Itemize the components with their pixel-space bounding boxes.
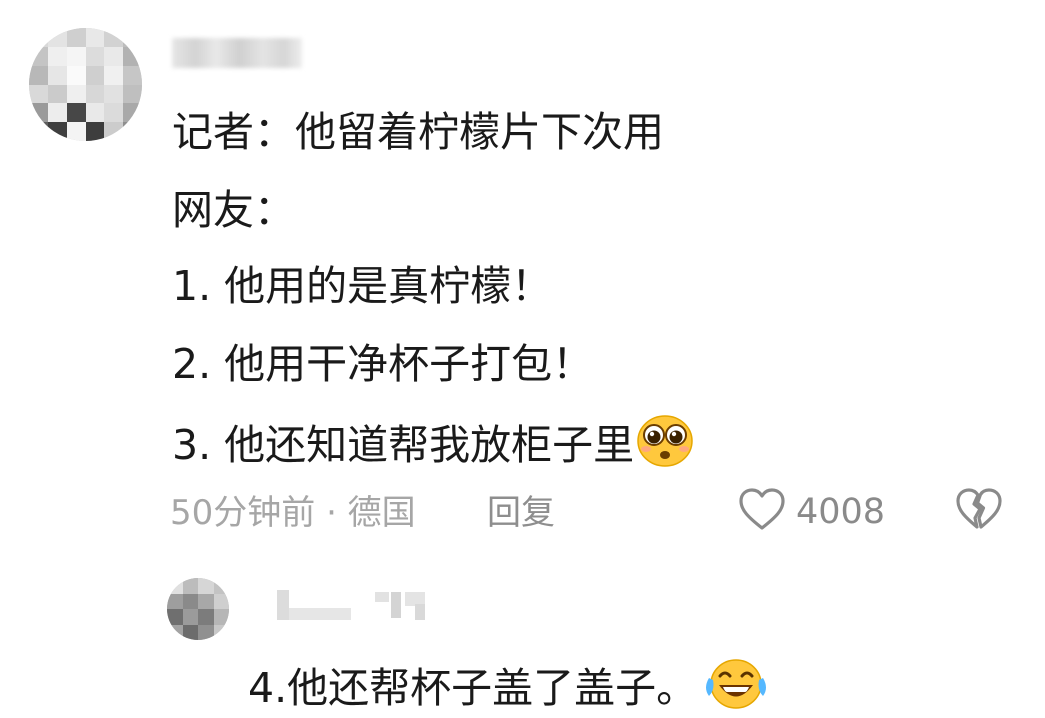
reply-line: 4.他还帮杯子盖了盖子。: [248, 656, 767, 714]
like-count: 4008: [796, 492, 886, 532]
avatar[interactable]: [29, 28, 142, 141]
tears-of-joy-emoji: [705, 656, 767, 712]
reply-username-obscured[interactable]: [275, 588, 435, 624]
comment-thread: 记者：他留着柠檬片下次用 网友： 1. 他用的是真柠檬！ 2. 他用干净杯子打包…: [0, 0, 1045, 718]
like-button[interactable]: 4008: [738, 488, 885, 536]
comment-meta: 50分钟前 · 德国: [170, 493, 416, 533]
broken-heart-icon: [955, 488, 1003, 536]
heart-outline-icon: [738, 488, 786, 536]
username-obscured[interactable]: [172, 38, 302, 68]
comment-line-5-text: 3. 他还知道帮我放柜子里: [172, 421, 635, 469]
comment-line-4: 2. 他用干净杯子打包！: [172, 340, 594, 388]
reply-text: 4.他还帮杯子盖了盖子。: [248, 664, 698, 712]
comment-line-2: 网友：: [172, 186, 295, 234]
reply-button[interactable]: 回复: [487, 490, 555, 536]
comment-line-3: 1. 他用的是真柠檬！: [172, 262, 553, 310]
comment-line-1: 记者：他留着柠檬片下次用: [172, 108, 664, 156]
reply-avatar[interactable]: [167, 578, 229, 640]
dislike-button[interactable]: [955, 488, 1003, 536]
pleading-face-emoji: [636, 413, 694, 467]
comment-line-5: 3. 他还知道帮我放柜子里: [172, 413, 694, 470]
